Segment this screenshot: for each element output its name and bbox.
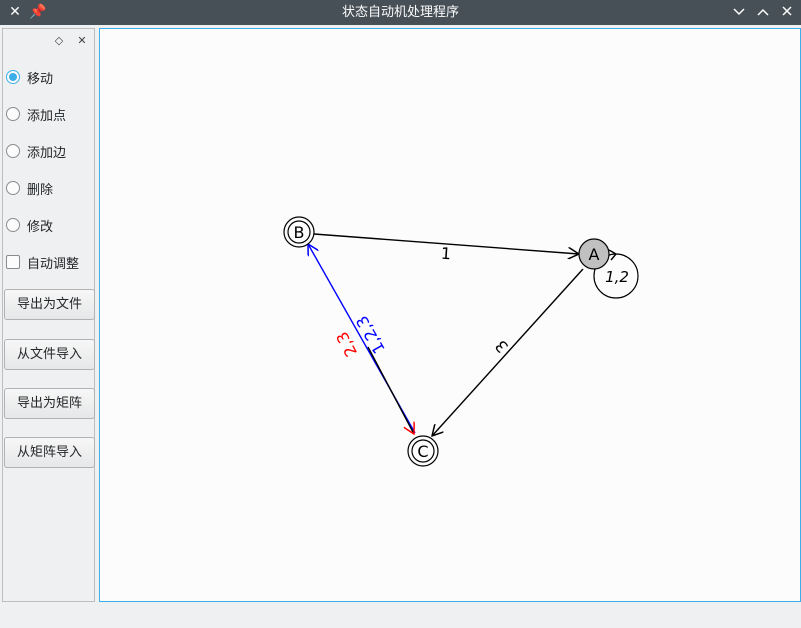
mode-modify-radio[interactable]: 修改 [6, 215, 53, 235]
checkbox-indicator-icon[interactable] [6, 255, 20, 269]
auto-adjust-checkbox[interactable]: 自动调整 [6, 252, 79, 272]
mode-add-node-radio[interactable]: 添加点 [6, 104, 66, 124]
radio-indicator-icon[interactable] [6, 70, 20, 84]
edge-a-self-loop-label: 1,2 [605, 268, 629, 286]
mode-delete-radio[interactable]: 删除 [6, 178, 53, 198]
edge-a-to-c-label: 3 [491, 336, 512, 356]
node-c-label: C [417, 442, 428, 461]
node-c[interactable]: C [407, 435, 439, 467]
automaton-graph: 1 1,2 3 1,2,3 2,3 B A C [283, 216, 639, 467]
window-title: 状态自动机处理程序 [341, 5, 459, 20]
edge-a-to-c[interactable] [432, 268, 584, 436]
import-file-button[interactable]: 从文件导入 [4, 339, 95, 370]
radio-indicator-icon[interactable] [6, 107, 20, 121]
mode-add-edge-label: 添加边 [27, 145, 67, 161]
title-bar: ✕ 📌 状态自动机处理程序 [0, 0, 801, 25]
mode-move-radio[interactable]: 移动 [6, 67, 53, 87]
maximize-chevron-icon[interactable] [752, 0, 774, 25]
node-a[interactable]: A [578, 238, 610, 270]
node-b-label: B [294, 223, 305, 242]
edge-b-to-c[interactable] [367, 346, 414, 434]
mode-add-node-label: 添加点 [27, 108, 67, 124]
mode-move-label: 移动 [27, 71, 54, 87]
radio-indicator-icon[interactable] [6, 181, 20, 195]
export-matrix-button[interactable]: 导出为矩阵 [4, 388, 95, 419]
minimize-chevron-icon[interactable] [728, 0, 750, 25]
mode-delete-label: 删除 [27, 182, 54, 198]
node-a-label: A [589, 245, 600, 264]
tool-dock: ◇ ✕ 移动 添加点 添加边 删除 修改 自动调整 导出为文件 从文件导入 导出… [2, 28, 95, 602]
mode-modify-label: 修改 [27, 219, 54, 235]
graph-canvas[interactable]: 1 1,2 3 1,2,3 2,3 B A C [99, 28, 801, 602]
float-diamond-icon[interactable]: ◇ [52, 34, 66, 47]
export-file-button[interactable]: 导出为文件 [4, 289, 95, 320]
node-b[interactable]: B [283, 216, 315, 248]
import-matrix-button[interactable]: 从矩阵导入 [4, 437, 95, 468]
auto-adjust-label: 自动调整 [27, 256, 80, 272]
edge-b-to-c-label: 2,3 [332, 329, 361, 360]
dock-close-icon[interactable]: ✕ [75, 34, 89, 47]
close-icon[interactable] [776, 0, 798, 25]
radio-indicator-icon[interactable] [6, 144, 20, 158]
mode-add-edge-radio[interactable]: 添加边 [6, 141, 66, 161]
radio-indicator-icon[interactable] [6, 218, 20, 232]
status-bar [0, 604, 801, 628]
edge-b-to-a-label: 1 [440, 244, 451, 264]
